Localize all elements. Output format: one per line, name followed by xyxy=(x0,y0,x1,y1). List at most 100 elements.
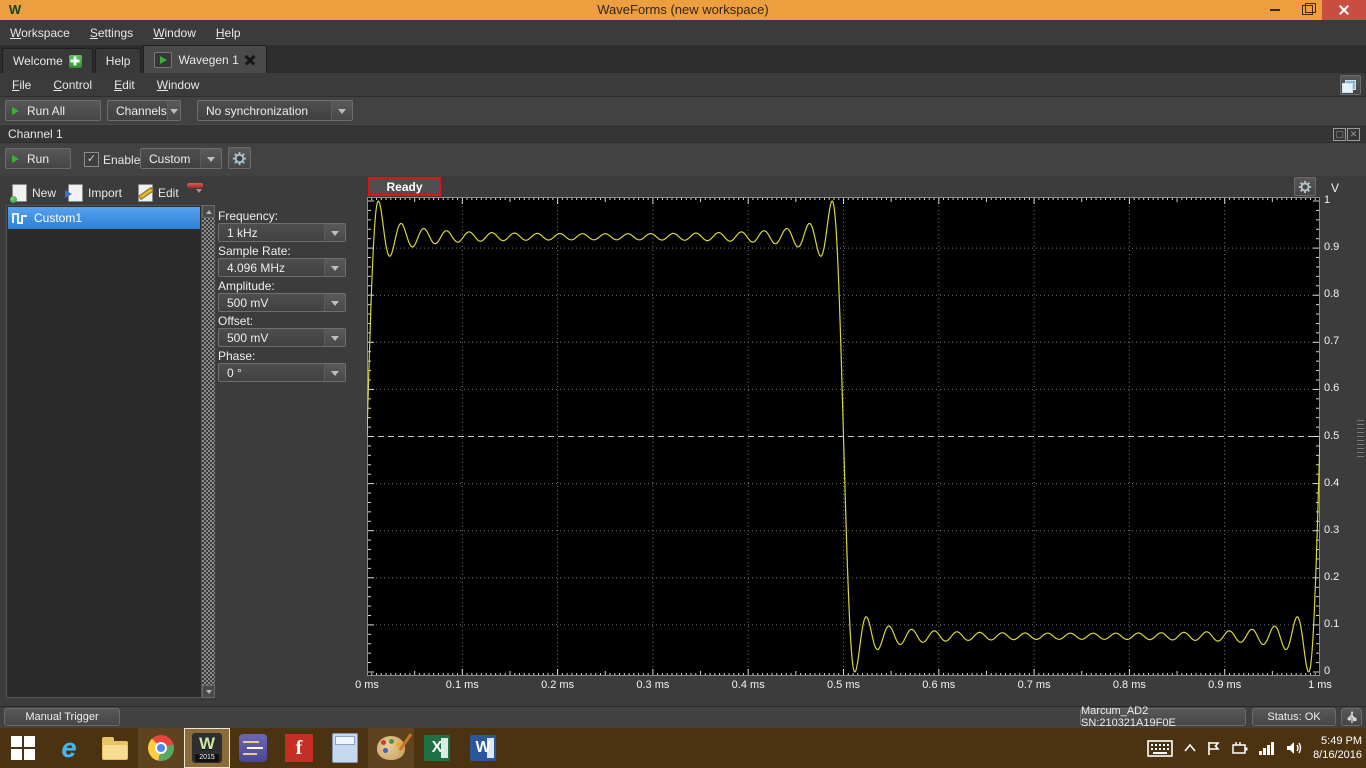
action-center-flag-icon[interactable] xyxy=(1207,741,1221,756)
sample-rate-value: 4.096 MHz xyxy=(227,260,286,275)
clock-date: 8/16/2016 xyxy=(1313,749,1362,761)
channel-settings-button[interactable] xyxy=(228,147,251,169)
chevron-down-icon xyxy=(331,101,352,120)
taskbar-calculator[interactable] xyxy=(322,728,368,768)
new-waveform-button[interactable]: New xyxy=(10,183,56,203)
taskbar-internet-explorer[interactable]: e xyxy=(46,728,92,768)
taskbar-paint[interactable] xyxy=(368,728,414,768)
remove-icon xyxy=(187,183,203,188)
tab-wavegen-label: Wavegen 1 xyxy=(178,52,239,67)
offset-label: Offset: xyxy=(218,314,254,328)
panel-splitter-handle[interactable] xyxy=(1357,420,1364,458)
list-scrollbar[interactable] xyxy=(202,205,215,698)
taskbar-fritzing[interactable]: f xyxy=(276,728,322,768)
chevron-down-icon xyxy=(196,189,202,196)
y-tick-label: 0.7 xyxy=(1324,335,1340,348)
scroll-down-button[interactable] xyxy=(202,685,215,698)
waveform-type-dropdown[interactable]: Custom xyxy=(140,148,222,169)
x-tick-label: 0.1 ms xyxy=(445,679,479,691)
phase-value: 0 ° xyxy=(227,365,242,380)
restore-button[interactable] xyxy=(1292,0,1322,20)
amplitude-label: Amplitude: xyxy=(218,279,275,293)
x-tick-label: 0.6 ms xyxy=(922,679,956,691)
menu-file[interactable]: File xyxy=(12,78,31,92)
taskbar-word[interactable]: W xyxy=(460,728,506,768)
close-panel-icon[interactable]: ✕ xyxy=(1347,128,1360,141)
phase-label: Phase: xyxy=(218,349,256,363)
battery-power-icon[interactable] xyxy=(1232,741,1248,755)
frequency-dropdown[interactable]: 1 kHz xyxy=(218,223,346,242)
ready-label: Ready xyxy=(386,179,423,194)
x-axis-tick-labels: 0 ms 0.1 ms 0.2 ms 0.3 ms 0.4 ms 0.5 ms 0.6 ms… xyxy=(355,679,1332,695)
status-badge: Ready xyxy=(368,177,441,196)
scrollbar-track[interactable] xyxy=(202,218,215,685)
frequency-label: Frequency: xyxy=(218,209,279,223)
dock-windows-button[interactable] xyxy=(1340,75,1361,95)
menu-edit[interactable]: Edit xyxy=(114,78,135,92)
taskbar-digilent-adept[interactable] xyxy=(230,728,276,768)
edit-waveform-button[interactable]: Edit xyxy=(138,183,179,203)
clock-time: 5:49 PM xyxy=(1321,735,1362,747)
tab-wavegen-1[interactable]: Wavegen 1 xyxy=(143,45,267,73)
wavegen-menu-bar: File Control Edit Window xyxy=(0,73,1366,97)
y-tick-label: 0.2 xyxy=(1324,570,1340,583)
waveform-list: Custom1 xyxy=(6,205,202,698)
float-panel-icon[interactable]: ▢ xyxy=(1333,128,1346,141)
device-serial-label: Marcum_AD2 SN:210321A19F0E xyxy=(1081,705,1176,729)
y-tick-label: 0.8 xyxy=(1324,288,1340,301)
volume-icon[interactable] xyxy=(1286,741,1302,755)
menu-help[interactable]: Help xyxy=(216,26,241,40)
taskbar-clock[interactable]: 5:49 PM 8/16/2016 xyxy=(1313,734,1362,762)
menu-window[interactable]: Window xyxy=(153,26,196,40)
tab-help-label: Help xyxy=(105,54,131,68)
run-channel-button[interactable]: Run xyxy=(5,148,71,169)
device-button[interactable]: Marcum_AD2 SN:210321A19F0E xyxy=(1080,705,1246,729)
add-instrument-icon[interactable] xyxy=(68,54,82,68)
channel-1-label: Channel 1 xyxy=(8,126,63,141)
waveform-plot[interactable] xyxy=(366,197,1321,676)
menu-workspace[interactable]: Workspace xyxy=(10,26,70,40)
status-ok-button[interactable]: Status: OK xyxy=(1252,708,1336,726)
y-tick-label: 0.6 xyxy=(1324,382,1340,395)
phase-dropdown[interactable]: 0 ° xyxy=(218,363,346,382)
taskbar-excel[interactable]: X xyxy=(414,728,460,768)
touch-keyboard-icon[interactable] xyxy=(1147,739,1173,757)
minimize-button[interactable] xyxy=(1258,0,1292,20)
import-file-icon xyxy=(65,184,83,202)
usb-device-button[interactable] xyxy=(1341,708,1362,726)
import-waveform-button[interactable]: Import xyxy=(65,183,122,203)
menu-control[interactable]: Control xyxy=(53,78,92,92)
plot-settings-button[interactable] xyxy=(1294,177,1316,196)
close-button[interactable] xyxy=(1322,0,1366,20)
network-signal-icon[interactable] xyxy=(1259,741,1275,755)
sample-rate-dropdown[interactable]: 4.096 MHz xyxy=(218,258,346,277)
list-item-custom1[interactable]: Custom1 xyxy=(8,207,200,229)
tab-help[interactable]: Help xyxy=(94,48,142,73)
scroll-up-button[interactable] xyxy=(202,205,215,218)
taskbar-file-explorer[interactable] xyxy=(92,728,138,768)
run-all-button[interactable]: Run All xyxy=(5,100,101,121)
offset-dropdown[interactable]: 500 mV xyxy=(218,328,346,347)
enable-checkbox[interactable]: ✓ xyxy=(84,152,99,167)
menu-window2[interactable]: Window xyxy=(157,78,200,92)
internet-explorer-icon: e xyxy=(61,733,77,763)
chevron-down-icon xyxy=(324,259,345,276)
taskbar-chrome[interactable] xyxy=(138,728,184,768)
gear-icon xyxy=(232,151,247,165)
menu-settings[interactable]: Settings xyxy=(90,26,133,40)
synchronization-dropdown[interactable]: No synchronization xyxy=(197,100,353,121)
waveform-type-value: Custom xyxy=(149,151,191,166)
window-title: WaveForms (new workspace) xyxy=(597,2,769,17)
amplitude-dropdown[interactable]: 500 mV xyxy=(218,293,346,312)
channels-dropdown[interactable]: Channels xyxy=(107,100,181,121)
delete-waveform-button[interactable] xyxy=(187,183,203,203)
offset-value: 500 mV xyxy=(227,330,269,345)
taskbar-waveforms[interactable]: W 2015 xyxy=(184,728,230,768)
tab-welcome[interactable]: Welcome xyxy=(2,48,93,73)
run-channel-label: Run xyxy=(27,151,50,166)
start-button[interactable] xyxy=(0,728,46,768)
tab-close-icon[interactable] xyxy=(245,54,256,65)
manual-trigger-button[interactable]: Manual Trigger xyxy=(4,708,120,726)
show-hidden-icons-chevron[interactable] xyxy=(1184,744,1196,752)
word-icon: W xyxy=(470,735,496,761)
